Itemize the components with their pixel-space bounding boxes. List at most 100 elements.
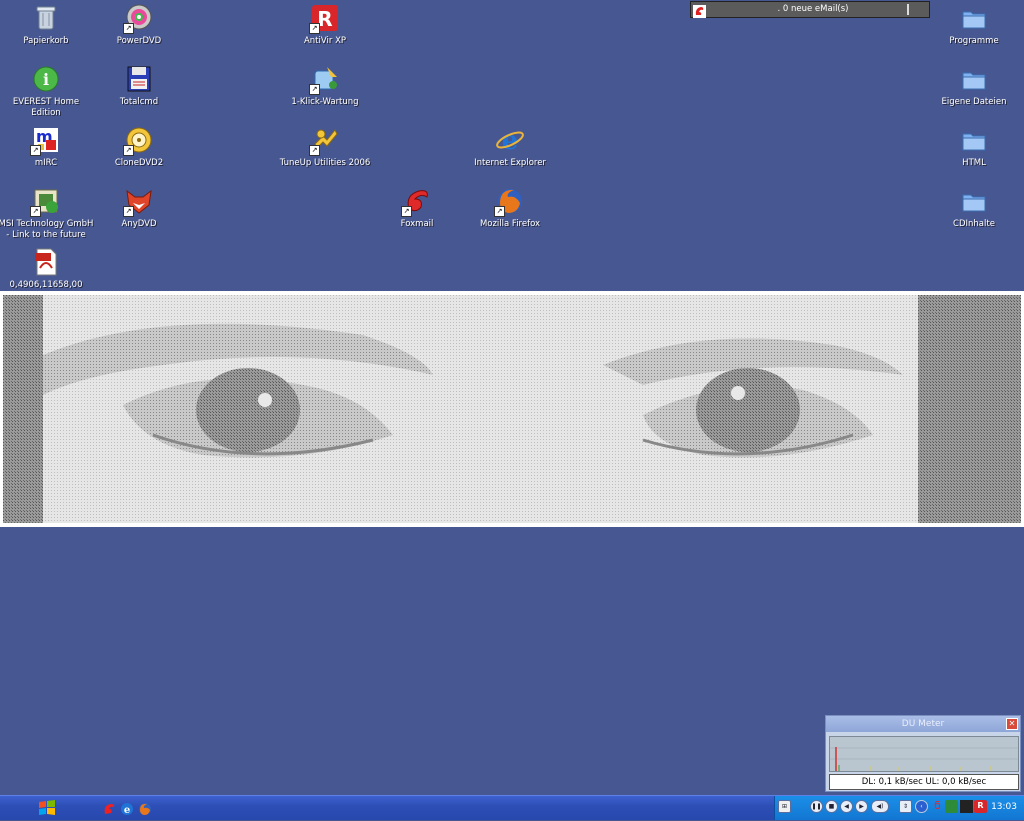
mail-notifier-scroll-indicator — [907, 4, 909, 15]
antivir-tray-icon[interactable]: R — [974, 800, 987, 813]
internet-explorer-icon: e — [494, 124, 526, 156]
tray-expand-icon[interactable]: ‹ — [915, 800, 928, 813]
desktop-icon-label: EVEREST Home Edition — [12, 97, 80, 118]
desktop-icon-label: Mozilla Firefox — [479, 219, 541, 229]
desktop-icon-antivir[interactable]: R ↗ AntiVir XP — [277, 2, 373, 47]
powerdvd-icon: ↗ — [123, 2, 155, 34]
svg-text:i: i — [43, 70, 49, 89]
quicklaunch-internet-explorer-icon[interactable]: e — [120, 801, 134, 816]
desktop-icon-label: Totalcmd — [119, 97, 159, 107]
du-meter-graph — [829, 736, 1019, 772]
desktop-icon-programme[interactable]: Programme — [926, 2, 1022, 47]
media-pause-icon[interactable]: ❚❚ — [810, 800, 823, 813]
shortcut-arrow-icon: ↗ — [494, 206, 505, 217]
desktop-icon-label: MSI Technology GmbH - Link to the future — [0, 219, 94, 240]
shortcut-arrow-icon: ↗ — [309, 145, 320, 156]
taskbar-clock[interactable]: 13:03 — [991, 802, 1017, 812]
desktop-icon-mirc[interactable]: m ↗ mIRC — [0, 124, 94, 169]
firefox-icon: ↗ — [494, 185, 526, 217]
desktop-icon-label: PowerDVD — [116, 36, 162, 46]
desktop-icon-cdinhalte[interactable]: CDInhalte — [926, 185, 1022, 230]
foxmail-icon: ↗ — [401, 185, 433, 217]
desktop-icon-html[interactable]: HTML — [926, 124, 1022, 169]
desktop-icon-eigene-dateien[interactable]: Eigene Dateien — [926, 63, 1022, 108]
desktop-icon-label: 1-Klick-Wartung — [291, 97, 359, 107]
shortcut-arrow-icon: ↗ — [123, 145, 134, 156]
close-icon[interactable]: ✕ — [1006, 718, 1018, 730]
mail-count-text: . 0 neue eMail(s) — [777, 4, 849, 14]
desktop-icon-label: Programme — [949, 36, 999, 46]
everest-info-icon: i — [30, 63, 62, 95]
du-meter-window[interactable]: DU Meter ✕ DL: 0,1 kB/sec UL: 0,0 kB/sec — [825, 715, 1021, 792]
mail-notifier[interactable]: . 0 neue eMail(s) — [690, 1, 930, 18]
shortcut-arrow-icon: ↗ — [30, 206, 41, 217]
media-next-icon[interactable]: ▶ — [855, 800, 868, 813]
shortcut-arrow-icon: ↗ — [309, 84, 320, 95]
desktop-icon-tuneup[interactable]: ↗ TuneUp Utilities 2006 — [277, 124, 373, 169]
du-meter-stats: DL: 0,1 kB/sec UL: 0,0 kB/sec — [829, 774, 1019, 790]
desktop-icon-label: Foxmail — [400, 219, 434, 229]
media-volume-icon[interactable]: ◀) — [871, 800, 889, 813]
media-stop-icon[interactable]: ■ — [825, 800, 838, 813]
wallpaper-eyes-banner — [0, 291, 1024, 527]
desktop-icon-totalcmd[interactable]: Totalcmd — [91, 63, 187, 108]
desktop-icon-papierkorb[interactable]: Papierkorb — [0, 2, 94, 47]
foxmail-tray-icon — [693, 3, 706, 18]
folder-icon — [958, 124, 990, 156]
du-meter-tray-icon[interactable] — [960, 800, 973, 813]
desktop-icon-msi[interactable]: ↗ MSI Technology GmbH - Link to the futu… — [0, 185, 94, 241]
desktop-icon-pdf[interactable]: 0,4906,11658,00 — [0, 246, 94, 291]
desktop-icon-label: mIRC — [34, 158, 58, 168]
desktop-icon-firefox[interactable]: ↗ Mozilla Firefox — [462, 185, 558, 230]
desktop-icon-label: Eigene Dateien — [941, 97, 1007, 107]
quicklaunch-foxmail-icon[interactable] — [102, 801, 116, 815]
maintenance-icon: ↗ — [309, 63, 341, 95]
desktop-icon-ie[interactable]: e Internet Explorer — [462, 124, 558, 169]
quicklaunch-firefox-icon[interactable] — [138, 801, 152, 815]
shortcut-arrow-icon: ↗ — [123, 23, 134, 34]
wallpaper-eyes-image — [3, 295, 1021, 523]
desktop-icon-label: AntiVir XP — [303, 36, 347, 46]
folder-icon — [958, 185, 990, 217]
desktop-icon-anydvd[interactable]: ↗ AnyDVD — [91, 185, 187, 230]
taskbar: e ⊞ ❚❚ ■ ◀ ▶ ◀) ⇕ ‹ ϭ R 13:03 — [0, 795, 1024, 820]
shortcut-arrow-icon: ↗ — [123, 206, 134, 217]
desktop-icon-label: CloneDVD2 — [114, 158, 164, 168]
mirc-icon: m ↗ — [30, 124, 62, 156]
media-windows-icon[interactable]: ⊞ — [778, 800, 791, 813]
du-meter-title[interactable]: DU Meter — [826, 716, 1020, 732]
desktop-icon-label: TuneUp Utilities 2006 — [279, 158, 371, 168]
shortcut-arrow-icon: ↗ — [309, 23, 320, 34]
network-tray-icon[interactable] — [945, 800, 958, 813]
start-button[interactable] — [36, 799, 58, 817]
pdf-file-icon — [30, 246, 62, 278]
desktop-icon-label: HTML — [962, 158, 986, 168]
desktop-icon-label: Papierkorb — [23, 36, 69, 46]
desktop-icon-label: CDInhalte — [953, 219, 995, 229]
folder-icon — [958, 63, 990, 95]
desktop-icon-foxmail[interactable]: ↗ Foxmail — [369, 185, 465, 230]
desktop-icon-label: AnyDVD — [121, 219, 157, 229]
svg-text:e: e — [502, 126, 519, 156]
antivir-icon: R ↗ — [309, 2, 341, 34]
anydvd-fox-icon: ↗ — [123, 185, 155, 217]
tuneup-icon: ↗ — [309, 124, 341, 156]
desktop-icon-powerdvd[interactable]: ↗ PowerDVD — [91, 2, 187, 47]
recycle-bin-icon — [30, 2, 62, 34]
floppy-disk-icon — [123, 63, 155, 95]
foxmail-tray-icon[interactable]: ϭ — [931, 800, 944, 813]
folder-icon — [958, 2, 990, 34]
desktop-icon-clonedvd[interactable]: ↗ CloneDVD2 — [91, 124, 187, 169]
system-tray: ⊞ ❚❚ ■ ◀ ▶ ◀) ⇕ ‹ ϭ R 13:03 — [774, 796, 1024, 820]
media-options-icon[interactable]: ⇕ — [899, 800, 912, 813]
desktop-icon-label: 0,4906,11658,00 — [9, 280, 83, 290]
shortcut-arrow-icon: ↗ — [401, 206, 412, 217]
media-previous-icon[interactable]: ◀ — [840, 800, 853, 813]
desktop-icon-1klick[interactable]: ↗ 1-Klick-Wartung — [277, 63, 373, 108]
svg-text:e: e — [124, 805, 130, 816]
shortcut-arrow-icon: ↗ — [30, 145, 41, 156]
desktop-icon-everest[interactable]: i EVEREST Home Edition — [0, 63, 94, 119]
windows-logo-icon — [39, 800, 55, 815]
clonedvd-icon: ↗ — [123, 124, 155, 156]
desktop-icon-label: Internet Explorer — [474, 158, 546, 168]
